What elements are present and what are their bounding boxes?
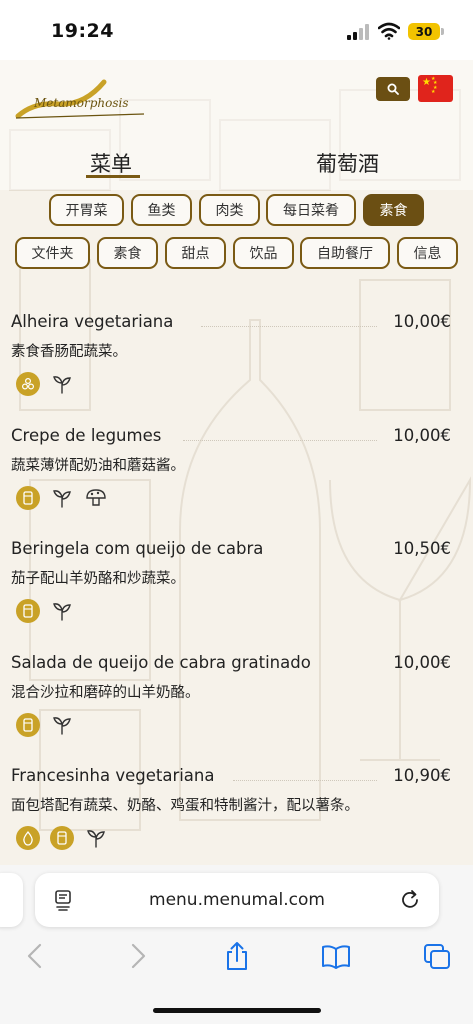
dotted-leader [183,440,377,441]
menu-item-price: 10,00€ [393,426,451,445]
vegetarian-leaf-icon [50,599,74,623]
address-bar[interactable]: menu.menumal.com [35,873,439,927]
mushroom-icon [84,486,108,510]
forward-icon[interactable] [123,941,153,971]
menu-item[interactable]: Francesinha vegetariana 10,90€ 面包塔配有蔬菜、奶… [11,766,455,852]
menu-item-price: 10,00€ [393,312,451,331]
item-icons [16,826,108,850]
vegetarian-leaf-icon [50,372,74,396]
logo-text: Metamorphosis [34,96,129,110]
menu-item-description: 蔬菜薄饼配奶油和蘑菇酱。 [11,458,185,474]
item-icons [16,486,108,510]
status-bar: 19:24 30 [0,0,473,60]
url-text[interactable]: menu.menumal.com [35,890,439,910]
dairy-icon [16,713,40,737]
status-time: 19:24 [51,20,114,42]
menu-item-name: Beringela com queijo de cabra [11,539,264,558]
category-daily-dishes[interactable]: 每日菜肴 [266,194,356,226]
dotted-leader [233,780,377,781]
home-indicator [153,1008,321,1013]
menu-item-price: 10,00€ [393,653,451,672]
dairy-icon [50,826,74,850]
tab-menu-underline [86,175,140,178]
egg-icon [16,826,40,850]
menu-item[interactable]: Crepe de legumes 10,00€ 蔬菜薄饼配奶油和蘑菇酱。 [11,426,455,512]
menu-item-description: 混合沙拉和磨碎的山羊奶酪。 [11,685,200,701]
category-meat[interactable]: 肉类 [199,194,260,226]
tabs-icon[interactable] [422,941,452,971]
reload-icon[interactable] [399,888,423,912]
browser-toolbar: menu.menumal.com [0,865,473,1024]
flag-star: ★ [422,77,431,88]
vegetarian-leaf-icon [50,486,74,510]
menu-item-price: 10,90€ [393,766,451,785]
category-folder[interactable]: 文件夹 [15,237,90,269]
menu-item-price: 10,50€ [393,539,451,558]
category-vegetarian[interactable]: 素食 [97,237,158,269]
tab-menu[interactable]: 菜单 [90,148,132,178]
share-icon[interactable] [222,941,252,971]
menu-page[interactable]: Metamorphosis ★ ★ ★ ★ ★ 菜单 葡萄酒 开胃菜 鱼类 肉类… [0,60,473,865]
flag-star: ★ [431,89,436,95]
category-appetizers[interactable]: 开胃菜 [49,194,124,226]
dairy-icon [16,486,40,510]
dairy-icon [16,599,40,623]
menu-item[interactable]: Beringela com queijo de cabra 茄子配山羊奶酪和炒蔬… [11,539,455,625]
category-drinks[interactable]: 饮品 [233,237,294,269]
bookmarks-icon[interactable] [321,941,351,971]
menu-item-name: Francesinha vegetariana [11,766,215,785]
menu-item-description: 茄子配山羊奶酪和炒蔬菜。 [11,571,185,587]
vegetarian-leaf-icon [84,826,108,850]
menu-item-description: 素食香肠配蔬菜。 [11,344,127,360]
menu-item-name: Alheira vegetariana [11,312,174,331]
category-fish[interactable]: 鱼类 [131,194,192,226]
search-icon [387,83,399,95]
search-button[interactable] [376,77,410,101]
category-buffet[interactable]: 自助餐厅 [300,237,390,269]
tab-wine[interactable]: 葡萄酒 [316,148,379,178]
dotted-leader [201,326,377,327]
menu-item[interactable]: Salada de queijo de cabra gratinado 混合沙拉… [11,653,455,739]
item-icons [16,372,74,396]
menu-item-name: Salada de queijo de cabra gratinado [11,653,311,672]
battery-tip [441,28,444,35]
signal-icon [347,24,369,40]
menu-item-name: Crepe de legumes [11,426,162,445]
previous-tab-card[interactable] [0,873,23,927]
back-icon[interactable] [20,941,50,971]
vegetarian-leaf-icon [50,713,74,737]
category-vegetarian-active[interactable]: 素食 [363,194,424,226]
menu-item[interactable]: Alheira vegetariana 10,00€ 素食香肠配蔬菜。 [11,312,455,398]
menu-item-description: 面包塔配有蔬菜、奶酪、鸡蛋和特制酱汁，配以薯条。 [11,798,359,814]
allergen-icon [16,372,40,396]
category-info[interactable]: 信息 [397,237,458,269]
item-icons [16,713,74,737]
china-flag-language-button[interactable]: ★ ★ ★ ★ ★ [418,75,453,102]
battery-icon: 30 [408,23,440,40]
wifi-icon [378,22,400,40]
category-desserts[interactable]: 甜点 [165,237,226,269]
item-icons [16,599,74,623]
